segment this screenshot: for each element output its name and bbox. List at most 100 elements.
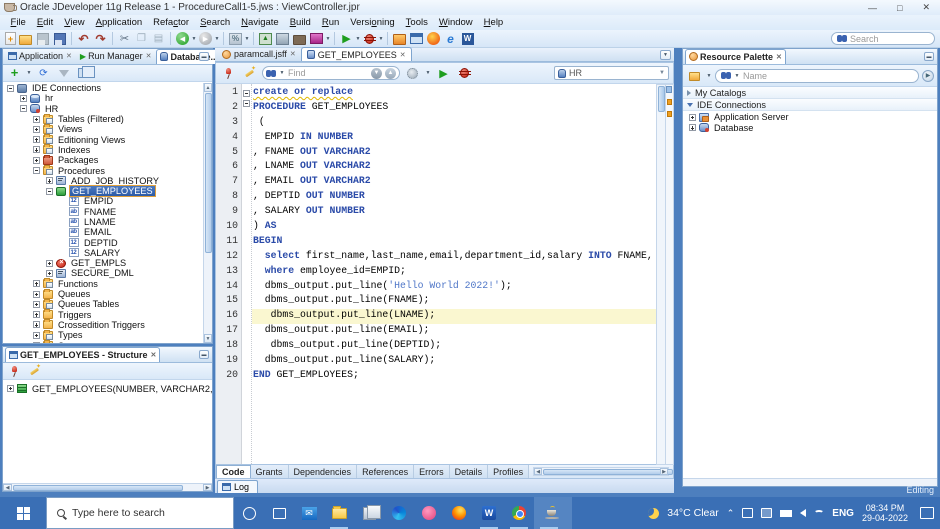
navigator-tab-run-manager[interactable]: ▶ Run Manager ✕ (77, 49, 155, 64)
menu-run[interactable]: Run (316, 16, 344, 29)
catalog-folder-button[interactable] (687, 69, 702, 83)
editor-tab-paramcall-jsff[interactable]: paramcall.jsff ✕ (217, 47, 301, 61)
working-sets-button[interactable]: % (228, 32, 243, 46)
open-button[interactable] (18, 32, 33, 46)
language-indicator[interactable]: ENG (832, 508, 854, 519)
structure-minimize-button[interactable]: ▬ (199, 350, 209, 359)
tree-item-editioning-views[interactable]: Editioning Views (33, 134, 203, 145)
tree-item-get-employees[interactable]: GET_EMPLOYEES (46, 185, 203, 198)
catalog-dropdown[interactable]: ▼ (706, 69, 712, 83)
back-button[interactable]: ◀ (175, 32, 190, 46)
documents-app-button[interactable] (354, 497, 384, 529)
resource-hscrollbar[interactable] (683, 478, 937, 486)
resource-section-my-catalogs[interactable]: My Catalogs (683, 87, 937, 99)
build-all-button[interactable] (309, 32, 324, 46)
menu-versioning[interactable]: Versioning (345, 16, 400, 29)
debug-button[interactable] (362, 32, 377, 46)
working-sets-dropdown[interactable]: ▼ (244, 32, 250, 46)
edit-mode-button[interactable] (242, 65, 257, 80)
resource-search-input[interactable]: ▼ Name (715, 68, 919, 83)
firefox-button[interactable] (444, 497, 474, 529)
action-center-button[interactable] (920, 507, 934, 519)
rebuild-button[interactable] (292, 32, 307, 46)
maximize-button[interactable]: □ (897, 3, 902, 13)
tree-item-salary[interactable]: SALARY (59, 248, 203, 258)
undo-button[interactable]: ↶ (76, 32, 91, 46)
editor-view-tab-dependencies[interactable]: Dependencies (288, 465, 358, 478)
menu-view[interactable]: View (59, 16, 90, 29)
find-prev-button[interactable]: ▲ (385, 67, 396, 79)
editor-view-tab-details[interactable]: Details (449, 465, 489, 478)
tree-item-crossedition-triggers[interactable]: Crossedition Triggers (33, 319, 203, 330)
tray-expand-button[interactable]: ⌃ (727, 508, 735, 519)
connection-selector[interactable]: HR ▼ (554, 66, 669, 80)
editor-tab-get-employees[interactable]: GET_EMPLOYEES ✕ (300, 47, 412, 61)
window-button[interactable] (409, 32, 424, 46)
settings-gear-button[interactable] (405, 66, 420, 80)
pin-button[interactable] (221, 66, 236, 80)
taskbar-search-input[interactable]: Type here to search (46, 497, 234, 529)
add-connection-button[interactable]: + (7, 66, 22, 80)
tree-item-lname[interactable]: LNAME (59, 217, 203, 227)
save-all-button[interactable] (52, 32, 67, 46)
editor-view-tab-errors[interactable]: Errors (414, 465, 450, 478)
network-icon[interactable] (814, 510, 825, 516)
weather-label[interactable]: 34°C Clear (667, 507, 718, 519)
tree-item-types[interactable]: Types (33, 329, 203, 340)
tree-item-ide-connections[interactable]: IDE Connections (7, 83, 203, 93)
editor-vscrollbar[interactable] (656, 84, 666, 465)
run-procedure-button[interactable]: ▶ (436, 66, 451, 80)
tree-item-get-empls[interactable]: GET_EMPLS (46, 258, 203, 268)
debug-dropdown[interactable]: ▼ (378, 32, 384, 46)
tree-item-queues-tables[interactable]: Queues Tables (33, 298, 203, 309)
tree-item-email[interactable]: EMAIL (59, 227, 203, 237)
menu-navigate[interactable]: Navigate (236, 16, 285, 29)
copy-button[interactable]: ❐ (134, 32, 149, 46)
resource-item-database[interactable]: Database (689, 123, 937, 134)
find-input[interactable]: ▼ Find ▼ ▲ (262, 66, 400, 80)
search-go-button[interactable]: ▶ (922, 69, 934, 82)
navigator-minimize-button[interactable]: ▬ (199, 52, 209, 61)
fold-toggle[interactable] (243, 100, 250, 107)
tree-item-empid[interactable]: EMPID (59, 196, 203, 206)
tab-list-dropdown[interactable]: ▼ (660, 50, 671, 60)
menu-search[interactable]: Search (195, 16, 236, 29)
editor-view-tab-profiles[interactable]: Profiles (488, 465, 530, 478)
app-tray-icon[interactable] (761, 508, 773, 518)
pink-app-button[interactable] (414, 497, 444, 529)
tree-item-fname[interactable]: FNAME (59, 207, 203, 217)
resource-item-application-server[interactable]: Application Server (689, 112, 937, 123)
battery-icon[interactable] (780, 509, 793, 517)
cortana-button[interactable] (234, 497, 264, 529)
show-schemas-button[interactable] (76, 66, 95, 80)
tree-item-views[interactable]: Views (33, 123, 203, 134)
add-connection-dropdown[interactable]: ▼ (26, 66, 32, 80)
start-button[interactable] (0, 497, 46, 529)
edit-button[interactable] (27, 363, 42, 378)
log-tab[interactable]: Log (217, 480, 259, 493)
navigator-scrollbar[interactable]: ▲ ▼ (203, 83, 212, 343)
edge-button[interactable] (384, 497, 414, 529)
menu-edit[interactable]: Edit (31, 16, 58, 29)
find-next-button[interactable]: ▼ (371, 67, 382, 79)
mail-button[interactable]: ✉ (294, 497, 324, 529)
menu-window[interactable]: Window (433, 16, 478, 29)
tree-item-queues[interactable]: Queues (33, 288, 203, 299)
gear-dropdown[interactable]: ▼ (425, 66, 431, 80)
save-button[interactable] (35, 32, 50, 46)
file-explorer-button[interactable] (324, 497, 354, 529)
menu-application[interactable]: Application (90, 16, 147, 29)
firefox-button[interactable] (426, 32, 441, 46)
task-view-button[interactable] (264, 497, 294, 529)
clock[interactable]: 08:34 PM 29-04-2022 (862, 503, 908, 523)
menu-refactor[interactable]: Refactor (148, 16, 195, 29)
tree-item-functions[interactable]: Functions (33, 278, 203, 289)
build-dropdown[interactable]: ▼ (325, 32, 331, 46)
jdeveloper-taskbar-button[interactable] (534, 497, 572, 529)
resource-section-ide-connections[interactable]: IDE Connections (683, 99, 937, 111)
make-button[interactable] (275, 32, 290, 46)
tree-item-sequences[interactable]: Sequences (33, 340, 203, 343)
ide-search-input[interactable]: Search (831, 32, 935, 45)
filter-button[interactable] (56, 66, 71, 80)
menu-tools[interactable]: Tools (400, 16, 433, 29)
